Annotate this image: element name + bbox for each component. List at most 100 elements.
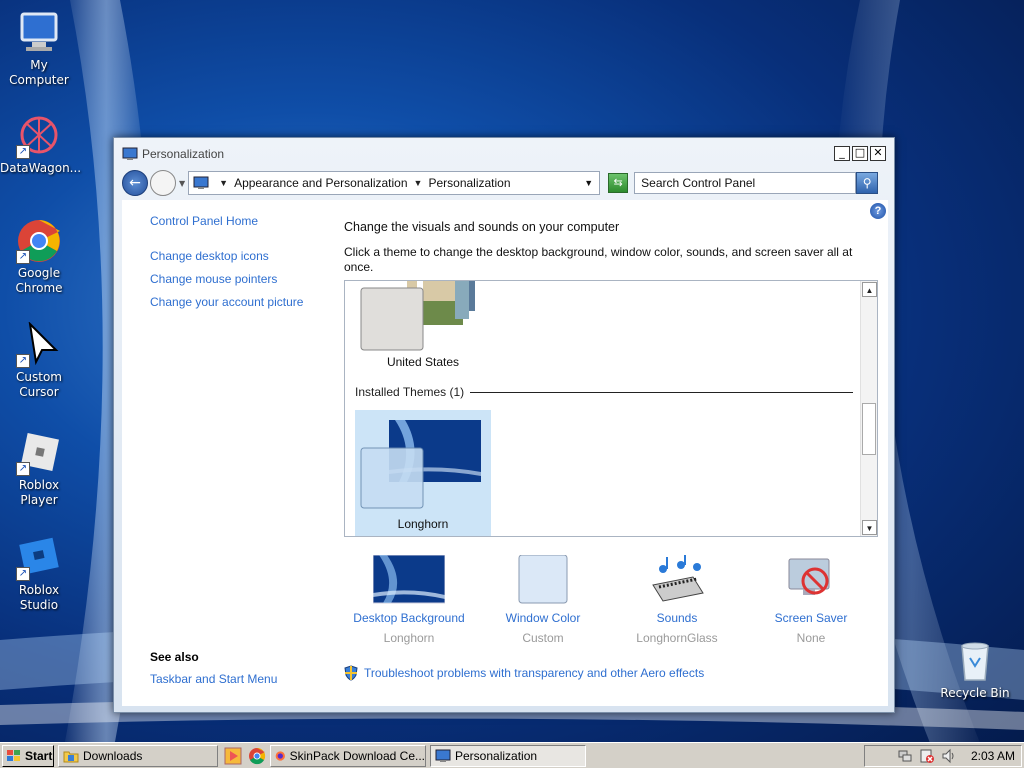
volume-icon[interactable] [941, 748, 957, 764]
desktop-background-icon [372, 554, 446, 605]
control-panel-icon [193, 176, 209, 189]
taskbar-item-label: Personalization [455, 748, 538, 763]
desktop-icon-roblox-player[interactable]: ↗ Roblox Player [0, 430, 78, 508]
desktop-icon-label: Roblox Player [18, 478, 60, 507]
folder-icon [63, 751, 79, 762]
installed-themes-label: Installed Themes (1) [355, 385, 465, 399]
address-bar: ← ▼ ▼ Appearance and Personalization ▼ P… [122, 169, 888, 197]
screen-saver-label[interactable]: Screen Saver [744, 611, 878, 625]
shortcut-arrow-icon: ↗ [16, 462, 30, 476]
sounds-value: LonghornGlass [636, 631, 718, 645]
media-player-icon[interactable] [224, 747, 242, 765]
troubleshoot-link-row[interactable]: Troubleshoot problems with transparency … [344, 665, 704, 681]
change-mouse-pointers-link[interactable]: Change mouse pointers [150, 272, 277, 286]
refresh-button[interactable]: ⇆ [608, 173, 629, 193]
sounds-item[interactable]: Sounds LonghornGlass [610, 555, 744, 645]
divider [470, 391, 853, 393]
shortcut-arrow-icon: ↗ [16, 567, 30, 581]
theme-united-states[interactable] [355, 281, 485, 398]
control-panel-icon [122, 147, 138, 160]
sounds-icon [641, 555, 713, 605]
chrome-icon[interactable] [248, 747, 266, 765]
shield-icon [344, 665, 358, 681]
desktop-icon-roblox-studio[interactable]: ↗ Roblox Studio [0, 535, 78, 613]
chevron-down-icon[interactable]: ▼ [219, 178, 228, 188]
breadcrumb-appearance[interactable]: Appearance and Personalization [234, 176, 407, 190]
search-button[interactable]: ⚲ [856, 172, 879, 194]
forward-button[interactable] [150, 170, 176, 196]
chevron-down-icon[interactable]: ▼ [414, 178, 423, 188]
desktop-background-label[interactable]: Desktop Background [342, 611, 476, 625]
minimize-button[interactable]: _ [834, 146, 850, 161]
breadcrumb-personalization[interactable]: Personalization [428, 176, 510, 190]
clock[interactable]: 2:03 AM [971, 749, 1015, 763]
taskbar-item-downloads[interactable]: Downloads [58, 744, 218, 767]
window-title: Personalization [142, 146, 225, 161]
close-button[interactable]: ✕ [870, 146, 886, 161]
breadcrumb[interactable]: ▼ Appearance and Personalization ▼ Perso… [188, 171, 601, 195]
themes-scrollbar[interactable]: ▲ ▼ [860, 281, 877, 536]
theme-name-longhorn: Longhorn [397, 517, 449, 531]
theme-preview [360, 281, 475, 351]
network-icon[interactable] [897, 748, 913, 764]
content-area: ? Control Panel Home Change desktop icon… [122, 200, 888, 706]
theme-name-united-states: United States [386, 355, 460, 369]
desktop-icon-datawagon[interactable]: ↗ DataWagon... [0, 113, 82, 176]
taskbar-item-skinpack[interactable]: SkinPack Download Ce... [270, 744, 426, 767]
scroll-down-icon[interactable]: ▼ [862, 520, 877, 535]
theme-longhorn[interactable]: Longhorn [355, 410, 491, 536]
troubleshoot-link[interactable]: Troubleshoot problems with transparency … [364, 666, 704, 680]
roblox-icon: ↗ [16, 430, 62, 476]
desktop-background-item[interactable]: Desktop Background Longhorn [342, 554, 476, 645]
window-color-item[interactable]: Window Color Custom [476, 554, 610, 645]
desktop-icon-label: Roblox Studio [18, 583, 60, 612]
change-desktop-icons-link[interactable]: Change desktop icons [150, 249, 269, 263]
taskbar: Start Downloads SkinPack Download Ce... … [0, 742, 1024, 768]
scroll-thumb[interactable] [862, 403, 876, 455]
maximize-button[interactable]: □ [852, 146, 868, 161]
help-icon[interactable]: ? [870, 203, 886, 219]
window-controls: _ □ ✕ [834, 146, 886, 161]
back-button[interactable]: ← [122, 170, 148, 196]
address-dropdown-icon[interactable]: ▼ [584, 178, 593, 188]
recycle-bin-icon [952, 638, 998, 684]
taskbar-item-personalization[interactable]: Personalization [430, 744, 586, 767]
themes-list[interactable]: United States Installed Themes (1) Longh… [344, 280, 878, 537]
desktop-icon-recycle-bin[interactable]: Recycle Bin [936, 638, 1014, 701]
window-color-label[interactable]: Window Color [476, 611, 610, 625]
screen-saver-icon [775, 555, 847, 605]
desktop-icon-label: Google Chrome [15, 266, 63, 295]
firefox-icon [275, 750, 285, 761]
sounds-label[interactable]: Sounds [610, 611, 744, 625]
page-heading: Change the visuals and sounds on your co… [344, 220, 620, 234]
window-color-icon [507, 554, 579, 605]
search-input[interactable]: Search Control Panel [634, 172, 857, 194]
desktop-icon-custom-cursor[interactable]: ↗ Custom Cursor [0, 321, 78, 400]
taskbar-item-label: SkinPack Download Ce... [289, 748, 425, 763]
recent-pages-dropdown-icon[interactable]: ▼ [179, 179, 185, 188]
security-alert-icon[interactable] [919, 748, 935, 764]
scroll-up-icon[interactable]: ▲ [862, 282, 877, 297]
desktop-icon-label: DataWagon... [0, 161, 82, 175]
personalization-window[interactable]: Personalization _ □ ✕ ← ▼ ▼ Appearance a… [113, 137, 895, 713]
taskbar-start-menu-link[interactable]: Taskbar and Start Menu [150, 672, 277, 686]
title-bar[interactable]: Personalization _ □ ✕ [114, 138, 894, 169]
window-color-value: Custom [522, 631, 564, 645]
screen-saver-item[interactable]: Screen Saver None [744, 555, 878, 645]
desktop-icon-google-chrome[interactable]: ↗ Google Chrome [0, 218, 78, 296]
taskbar-item-label: Downloads [83, 748, 143, 763]
chrome-icon: ↗ [16, 218, 62, 264]
desktop-icon-my-computer[interactable]: My Computer [0, 10, 78, 88]
page-description: Click a theme to change the desktop back… [344, 245, 853, 274]
computer-icon [16, 10, 62, 56]
start-button[interactable]: Start [2, 744, 54, 767]
roblox-studio-icon: ↗ [16, 535, 62, 581]
system-tray: 2:03 AM [864, 744, 1022, 767]
desktop-background-value: Longhorn [383, 631, 435, 645]
shortcut-arrow-icon: ↗ [16, 145, 30, 159]
cursor-icon: ↗ [16, 321, 62, 368]
desktop-icon-label: My Computer [9, 58, 69, 87]
change-account-picture-link[interactable]: Change your account picture [150, 295, 303, 309]
start-label: Start [25, 748, 53, 763]
control-panel-home-link[interactable]: Control Panel Home [150, 214, 258, 228]
